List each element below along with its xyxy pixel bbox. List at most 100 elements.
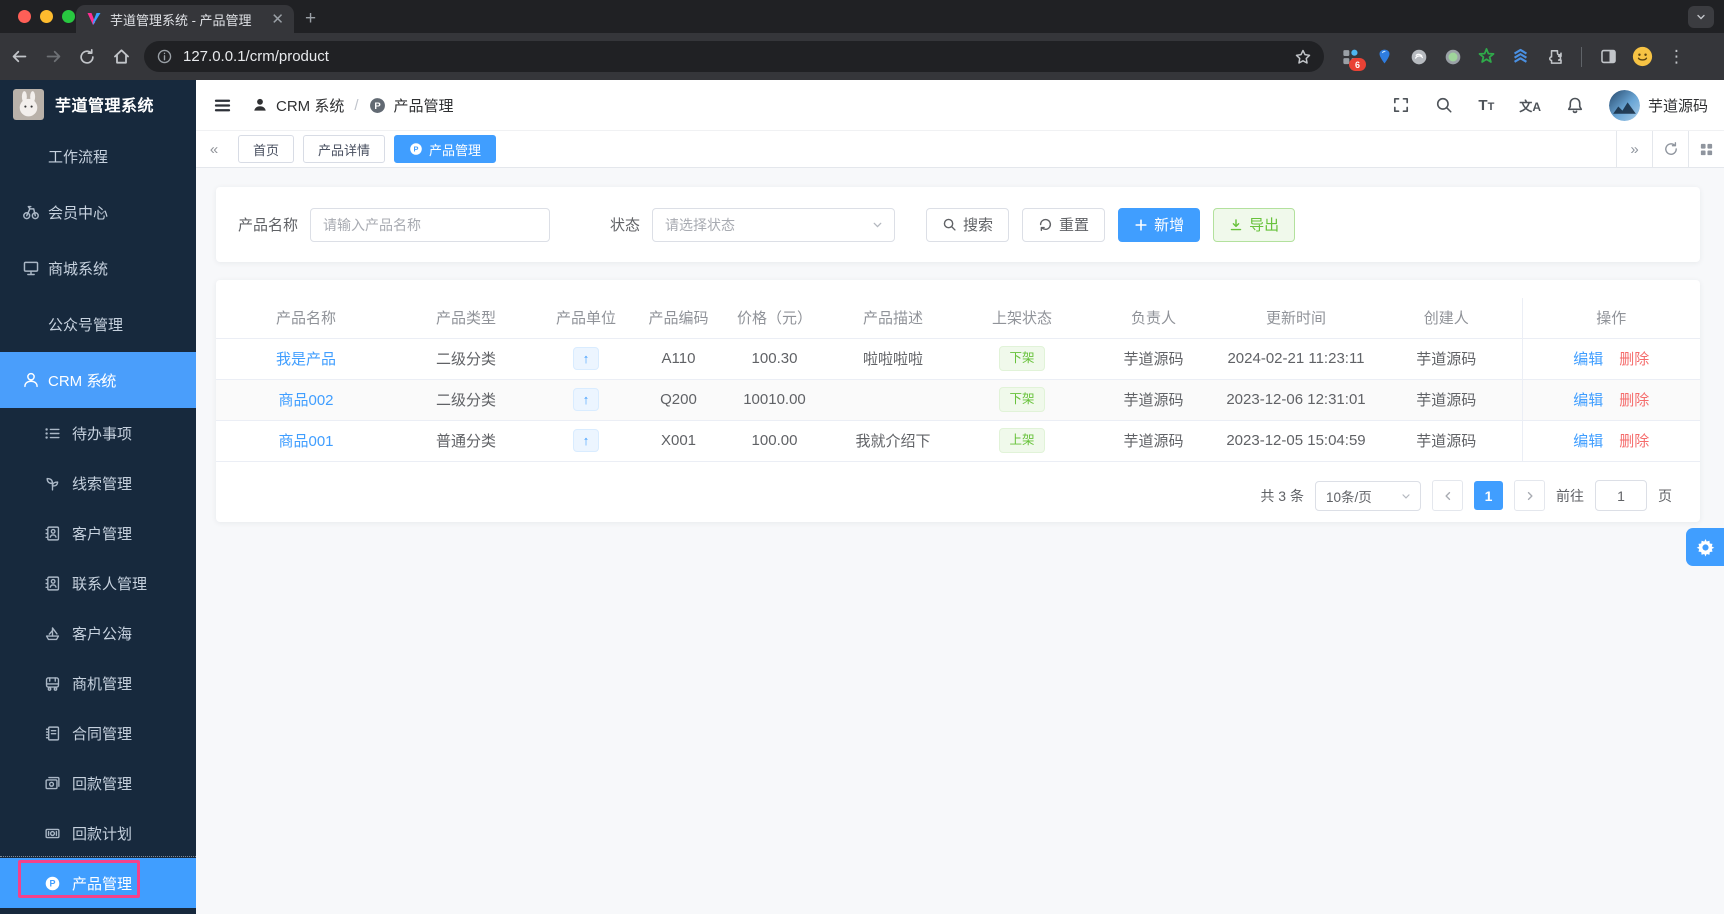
table-row: 我是产品 二级分类 ↑ A110 100.30 啦啦啦啦 下架 芋道源码 2024-02-21 …: [216, 338, 1700, 380]
extension-knot-icon[interactable]: [1408, 46, 1429, 67]
download-icon: [1229, 218, 1243, 232]
sidebar-subitem-产品管理[interactable]: P 产品管理: [0, 856, 196, 908]
sidebar: 芋道管理系统 工作流程 会员中心 商城系统 公众号管理 CRM 系统 待办事项 线索管理 客户…: [0, 80, 196, 914]
layout-grid-icon[interactable]: [1688, 131, 1724, 167]
collapse-menu-icon[interactable]: [213, 96, 232, 115]
bookmark-star-icon[interactable]: [1294, 48, 1312, 66]
fullscreen-icon[interactable]: [1392, 96, 1410, 114]
sidebar-subitem-联系人管理[interactable]: 联系人管理: [0, 558, 196, 608]
sidebar-subitem-商机管理[interactable]: 商机管理: [0, 658, 196, 708]
column-header-负责人: 负责人: [1086, 298, 1221, 339]
extension-grid-icon[interactable]: 6: [1340, 46, 1366, 71]
sidebar-item-商城系统[interactable]: 商城系统: [0, 240, 196, 296]
sidebar-subitem-label: 联系人管理: [72, 575, 148, 593]
product-name-link[interactable]: 商品001: [278, 433, 333, 450]
product-name-input[interactable]: 请输入产品名称: [310, 207, 551, 242]
home-icon[interactable]: [106, 42, 136, 72]
next-page-button[interactable]: [1514, 480, 1545, 511]
browser-tab[interactable]: 芋道管理系统 - 产品管理 ✕: [76, 5, 294, 33]
extension-pin-icon[interactable]: [1374, 46, 1395, 67]
notification-bell-icon[interactable]: [1566, 96, 1584, 114]
sidebar-nav: 工作流程 会员中心 商城系统 公众号管理 CRM 系统 待办事项 线索管理 客户管理联系人管理…: [0, 128, 196, 908]
sidebar-subitem-线索管理[interactable]: 线索管理: [0, 458, 196, 508]
table-card: 产品名称 产品类型 产品单位 产品编码 价格（元） 产品描述 上架状态 负责人 更新时间 创建人操…: [216, 280, 1700, 522]
cell-type: 二级分类: [396, 379, 536, 421]
cell-owner: 芋道源码: [1086, 379, 1221, 421]
extension-circle-icon[interactable]: [1442, 46, 1463, 67]
new-tab-button[interactable]: +: [305, 8, 316, 30]
sidebar-subitem-label: 商机管理: [72, 675, 133, 693]
tags-scroll-right-icon[interactable]: »: [1616, 131, 1652, 167]
side-panel-icon[interactable]: [1598, 46, 1619, 67]
reset-button[interactable]: 重置: [1022, 207, 1106, 242]
export-button[interactable]: 导出: [1213, 207, 1296, 242]
sidebar-subitem-客户管理[interactable]: 客户管理: [0, 508, 196, 558]
extension-star-icon[interactable]: [1476, 46, 1497, 67]
page-tab-产品管理[interactable]: P 产品管理: [394, 135, 497, 163]
page-size-select[interactable]: 10条/页: [1315, 480, 1421, 511]
cell-type: 普通分类: [396, 420, 536, 462]
sidebar-item-公众号管理[interactable]: 公众号管理: [0, 296, 196, 352]
settings-gear-button[interactable]: [1686, 528, 1724, 566]
sidebar-item-CRM 系统[interactable]: CRM 系统: [0, 352, 196, 408]
browser-menu-icon[interactable]: ⋮: [1668, 47, 1685, 67]
profile-avatar[interactable]: [1632, 46, 1653, 67]
browser-tab-title: 芋道管理系统 - 产品管理: [110, 12, 252, 28]
search-button-icon: [942, 217, 957, 232]
cell-status: 下架: [958, 338, 1086, 380]
font-size-icon[interactable]: TT: [1478, 97, 1494, 114]
product-name-link[interactable]: 商品002: [278, 392, 333, 409]
sidebar-item-会员中心[interactable]: 会员中心: [0, 184, 196, 240]
breadcrumb-root[interactable]: CRM 系统: [276, 95, 344, 116]
row-delete-button[interactable]: 删除: [1619, 351, 1649, 368]
sidebar-item-工作流程[interactable]: 工作流程: [0, 128, 196, 184]
row-edit-button[interactable]: 编辑: [1573, 433, 1603, 450]
extensions-puzzle-icon[interactable]: [1544, 46, 1565, 67]
product-breadcrumb-icon: P: [369, 97, 386, 114]
user-menu[interactable]: 芋道源码: [1608, 89, 1708, 121]
sidebar-subitem-回款管理[interactable]: 回款管理: [0, 758, 196, 808]
url-bar[interactable]: 127.0.0.1/crm/product: [144, 41, 1324, 72]
breadcrumb: CRM 系统 / P 产品管理: [252, 95, 454, 116]
cell-price: 100.00: [721, 420, 828, 462]
tab-search-caret[interactable]: [1688, 6, 1714, 28]
row-delete-button[interactable]: 删除: [1619, 433, 1649, 450]
tab-close-icon[interactable]: ✕: [271, 10, 284, 28]
row-edit-button[interactable]: 编辑: [1573, 351, 1603, 368]
tags-scroll-left-icon[interactable]: «: [196, 141, 232, 158]
sidebar-subitem-合同管理[interactable]: 合同管理: [0, 708, 196, 758]
chevron-down-icon: [22, 150, 180, 163]
product-name-link[interactable]: 我是产品: [276, 351, 336, 368]
window-close-button[interactable]: [18, 10, 31, 23]
sidebar-subitem-回款计划[interactable]: 回款计划: [0, 808, 196, 858]
current-page-button[interactable]: 1: [1474, 481, 1503, 510]
sidebar-subitem-客户公海[interactable]: 客户公海: [0, 608, 196, 658]
reload-icon[interactable]: [72, 42, 102, 72]
translate-icon[interactable]: 文A: [1519, 96, 1541, 115]
table-body: 我是产品 二级分类 ↑ A110 100.30 啦啦啦啦 下架 芋道源码 2024-02-21 …: [216, 338, 1700, 462]
product-tab-icon: P: [409, 142, 423, 156]
window-maximize-button[interactable]: [62, 10, 75, 23]
back-icon[interactable]: [4, 42, 34, 72]
forward-icon[interactable]: [38, 42, 68, 72]
search-icon[interactable]: [1435, 96, 1453, 114]
page-tab-首页[interactable]: 首页: [238, 135, 295, 163]
create-button[interactable]: 新增: [1118, 207, 1201, 242]
window-minimize-button[interactable]: [40, 10, 53, 23]
row-delete-button[interactable]: 删除: [1619, 392, 1649, 409]
site-info-icon[interactable]: [156, 48, 173, 65]
goto-page-input[interactable]: 1: [1595, 480, 1647, 511]
refresh-page-icon[interactable]: [1652, 131, 1688, 167]
row-edit-button[interactable]: 编辑: [1573, 392, 1603, 409]
status-select[interactable]: 请选择状态: [652, 207, 896, 242]
cell-owner: 芋道源码: [1086, 338, 1221, 380]
status-badge: 上架: [999, 427, 1045, 454]
browser-toolbar: 127.0.0.1/crm/product 6 ⋮: [0, 33, 1724, 80]
cell-code: X001: [636, 420, 721, 462]
sidebar-subitem-待办事项[interactable]: 待办事项: [0, 408, 196, 458]
prev-page-button[interactable]: [1432, 480, 1463, 511]
sidebar-subitem-label: 产品管理: [72, 875, 133, 893]
search-button[interactable]: 搜索: [926, 207, 1010, 242]
extension-chevrons-icon[interactable]: [1510, 46, 1531, 67]
page-tab-产品详情[interactable]: 产品详情: [303, 135, 386, 163]
